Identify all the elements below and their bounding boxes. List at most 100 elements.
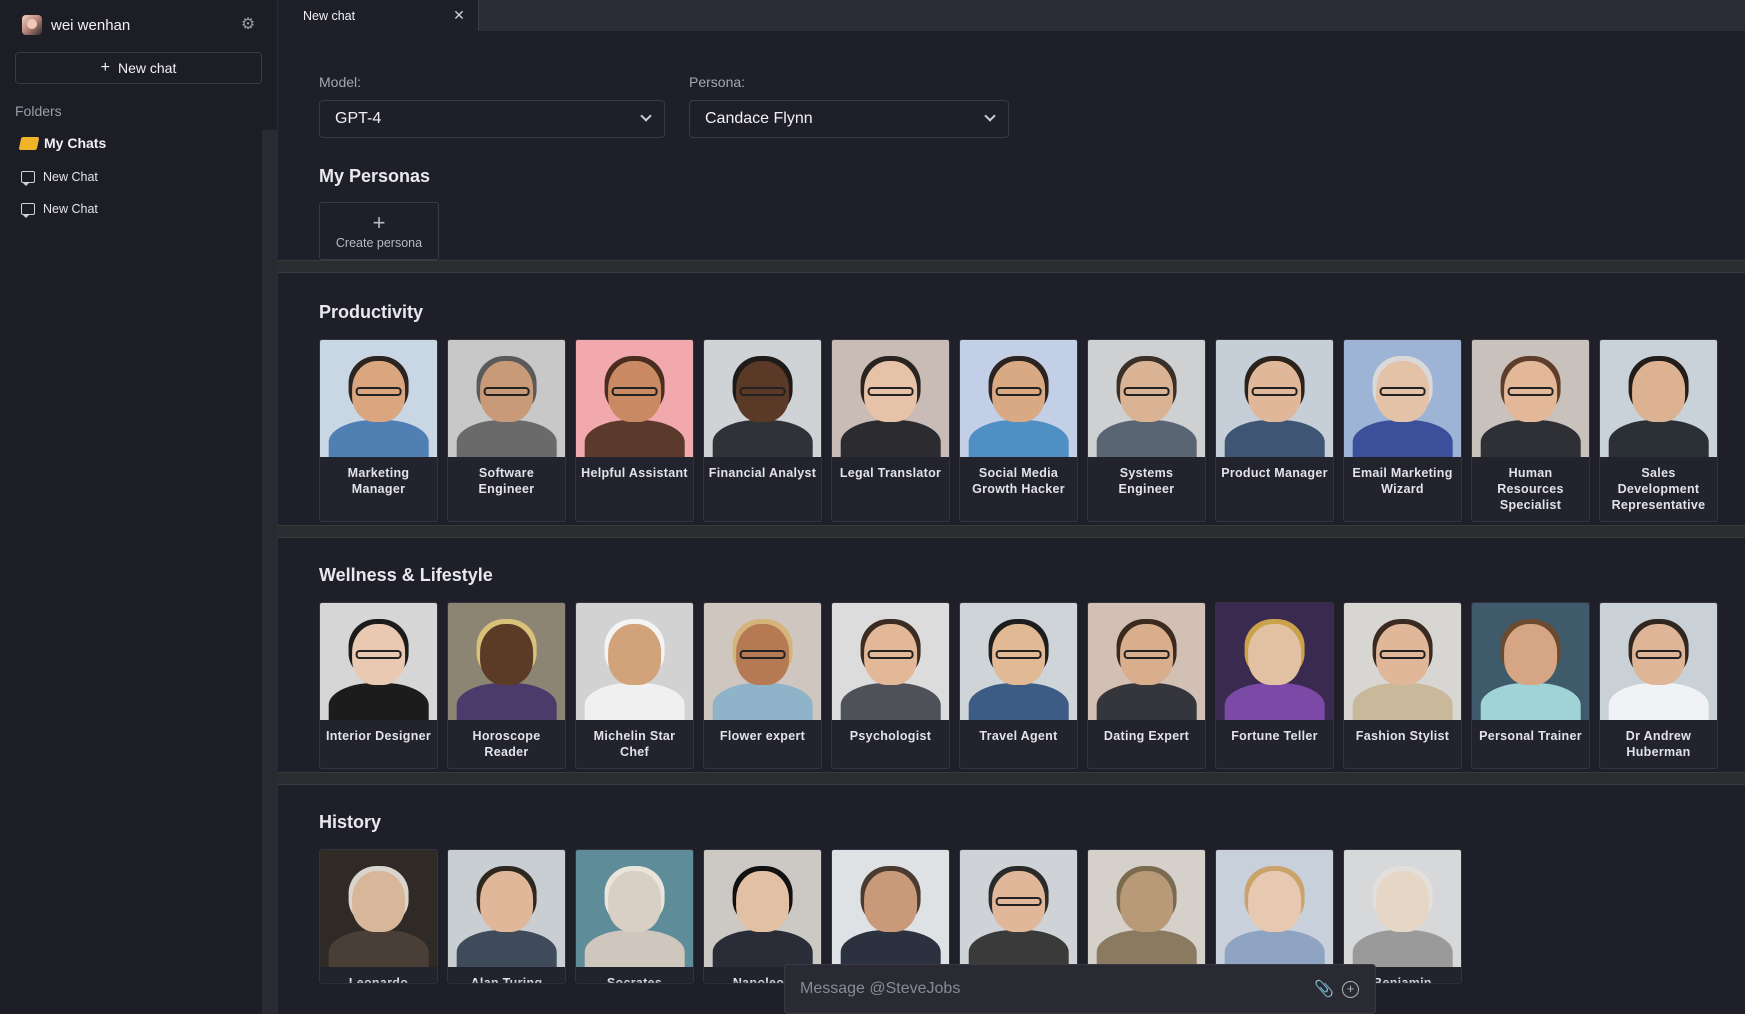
chat-item[interactable]: New Chat (21, 170, 98, 186)
folder-name: My Chats (44, 135, 107, 151)
close-icon[interactable]: ✕ (452, 7, 466, 23)
folder-icon (18, 136, 40, 150)
persona-avatar (576, 850, 693, 967)
persona-name: Dating Expert (1103, 729, 1190, 743)
persona-card[interactable]: Fortune Teller (1215, 602, 1334, 769)
model-select[interactable]: GPT-4 (319, 100, 665, 138)
sidebar: wei wenhan ⚙ + New chat Folders My Chats… (0, 0, 278, 1014)
gear-icon[interactable]: ⚙ (239, 16, 257, 34)
persona-card[interactable]: Flower expert (703, 602, 822, 769)
model-value: GPT-4 (335, 110, 382, 127)
persona-name: Human Resources Specialist (1497, 466, 1564, 512)
persona-card[interactable]: Fashion Stylist (1343, 602, 1462, 769)
persona-card[interactable]: Leonardo Davinci (319, 849, 438, 984)
persona-card[interactable]: Legal Translator (831, 339, 950, 522)
chat-bubble-icon (21, 203, 35, 218)
persona-avatar (1216, 603, 1333, 720)
persona-card[interactable]: Marketing Manager (319, 339, 438, 522)
persona-avatar (576, 603, 693, 720)
model-label: Model: (319, 74, 362, 90)
persona-card[interactable]: Human Resources Specialist (1471, 339, 1590, 522)
plus-icon: + (100, 59, 110, 76)
persona-name: Travel Agent (979, 729, 1058, 743)
productivity-row: Marketing Manager Software Engineer Helpfu… (319, 339, 1718, 522)
persona-name: Horoscope Reader (472, 729, 541, 759)
persona-card[interactable]: Dating Expert (1087, 602, 1206, 769)
persona-avatar (448, 340, 565, 457)
persona-card[interactable]: Michelin Star Chef (575, 602, 694, 769)
plus-icon: + (372, 209, 386, 235)
persona-card[interactable]: Personal Trainer (1471, 602, 1590, 769)
create-persona-label: Create persona (335, 235, 423, 250)
new-chat-button[interactable]: + New chat (15, 52, 262, 84)
persona-avatar (960, 603, 1077, 720)
persona-name: Alan Turing (470, 976, 543, 984)
persona-name: Fortune Teller (1231, 729, 1318, 743)
persona-name: Legal Translator (839, 466, 942, 480)
persona-avatar (1472, 603, 1589, 720)
persona-card[interactable]: Horoscope Reader (447, 602, 566, 769)
user-name: wei wenhan (51, 16, 131, 34)
persona-label: Persona: (689, 74, 746, 90)
persona-card[interactable]: Email Marketing Wizard (1343, 339, 1462, 522)
persona-card[interactable]: Social Media Growth Hacker (959, 339, 1078, 522)
persona-avatar (320, 603, 437, 720)
create-persona-button[interactable]: + Create persona (319, 202, 439, 260)
persona-name: Leonardo Davinci (348, 976, 409, 984)
persona-avatar (320, 340, 437, 457)
user-header: wei wenhan ⚙ (22, 14, 257, 36)
my-personas-title: My Personas (319, 166, 431, 186)
persona-card[interactable]: Alan Turing (447, 849, 566, 984)
persona-card[interactable]: Software Engineer (447, 339, 566, 522)
persona-avatar (1088, 603, 1205, 720)
persona-avatar (448, 850, 565, 967)
chat-bubble-icon (21, 171, 35, 186)
message-input[interactable] (800, 980, 1314, 998)
chat-item-label: New Chat (43, 202, 98, 216)
persona-card[interactable]: Travel Agent (959, 602, 1078, 769)
tab-new-chat[interactable]: New chat ✕ (278, 0, 479, 31)
persona-avatar (832, 340, 949, 457)
paperclip-icon[interactable]: 📎 (1314, 979, 1334, 999)
persona-name: Email Marketing Wizard (1352, 466, 1453, 496)
persona-name: Socrates (606, 976, 663, 984)
persona-card[interactable]: Product Manager (1215, 339, 1334, 522)
persona-card[interactable]: Systems Engineer (1087, 339, 1206, 522)
persona-card[interactable]: Socrates (575, 849, 694, 984)
sidebar-scrollbar[interactable] (262, 130, 277, 1014)
persona-card[interactable]: Sales Development Representative (1599, 339, 1718, 522)
chat-item[interactable]: New Chat (21, 202, 98, 218)
persona-avatar (1344, 603, 1461, 720)
folder-my-chats[interactable]: My Chats (18, 135, 107, 151)
persona-name: Fashion Stylist (1355, 729, 1450, 743)
persona-avatar (1344, 340, 1461, 457)
app-window: wei wenhan ⚙ + New chat Folders My Chats… (0, 0, 1745, 1014)
persona-card[interactable]: Financial Analyst (703, 339, 822, 522)
persona-name: Social Media Growth Hacker (972, 466, 1065, 496)
persona-name: Software Engineer (478, 466, 535, 496)
plus-circle-icon[interactable]: + (1342, 980, 1359, 998)
persona-avatar (1216, 340, 1333, 457)
persona-name: Financial Analyst (708, 466, 817, 480)
persona-avatar (832, 850, 949, 967)
history-title: History (319, 812, 382, 832)
persona-card[interactable]: Dr Andrew Huberman (1599, 602, 1718, 769)
persona-avatar (1600, 340, 1717, 457)
user-avatar[interactable] (22, 15, 42, 35)
section-divider (278, 525, 1745, 538)
section-divider (278, 260, 1745, 273)
persona-avatar (960, 340, 1077, 457)
main-content: Model: GPT-4 Persona: Candace Flynn My P… (278, 31, 1745, 1014)
folders-label: Folders (15, 103, 62, 119)
chat-item-label: New Chat (43, 170, 98, 184)
persona-card[interactable]: Interior Designer (319, 602, 438, 769)
persona-card[interactable]: Helpful Assistant (575, 339, 694, 522)
persona-name: Marketing Manager (347, 466, 410, 496)
chevron-down-icon (984, 110, 996, 122)
persona-card[interactable]: Psychologist (831, 602, 950, 769)
message-composer: 📎 + (784, 964, 1376, 1014)
persona-name: Psychologist (849, 729, 932, 743)
persona-name: Flower expert (719, 729, 806, 743)
persona-avatar (1088, 340, 1205, 457)
persona-select[interactable]: Candace Flynn (689, 100, 1009, 138)
